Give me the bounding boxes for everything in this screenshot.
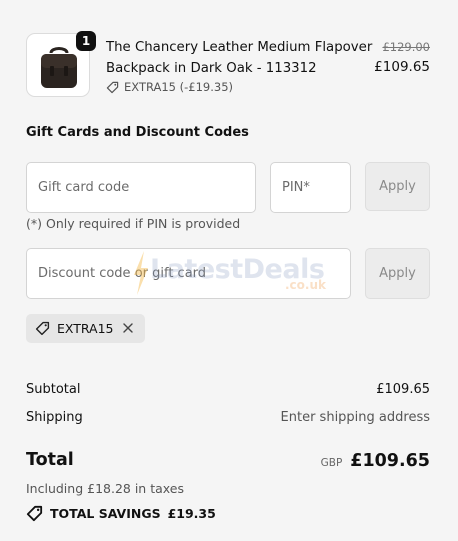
shipping-value: Enter shipping address (280, 410, 430, 425)
total-value: £109.65 (350, 451, 430, 471)
sale-price: £109.65 (374, 59, 430, 75)
gift-card-input[interactable]: Gift card code (26, 162, 256, 213)
discount-section-title: Gift Cards and Discount Codes (26, 125, 249, 140)
shipping-label: Shipping (26, 410, 83, 425)
tag-icon (35, 321, 50, 336)
pin-hint: (*) Only required if PIN is provided (26, 216, 241, 231)
discount-placeholder: Discount code or gift card (38, 266, 207, 281)
apply-label: Apply (379, 266, 416, 281)
tag-icon (26, 505, 43, 522)
subtotal-value: £109.65 (376, 382, 430, 397)
total-amount-group: GBP £109.65 (321, 451, 430, 471)
quantity-badge: 1 (76, 31, 96, 51)
total-label: Total (26, 450, 74, 470)
savings-value: £19.35 (167, 506, 216, 521)
gift-card-apply-button[interactable]: Apply (365, 162, 430, 211)
apply-label: Apply (379, 179, 416, 194)
pin-input[interactable]: PIN* (270, 162, 351, 213)
total-savings: TOTAL SAVINGS £19.35 (26, 505, 216, 522)
close-icon[interactable] (120, 320, 136, 336)
backpack-icon (41, 47, 77, 88)
shipping-row: Shipping Enter shipping address (26, 410, 430, 425)
cart-line-item: 1 The Chancery Leather Medium Flapover B… (26, 31, 430, 101)
discount-apply-button[interactable]: Apply (365, 248, 430, 299)
discount-label: EXTRA15 (-£19.35) (124, 80, 234, 94)
original-price: £129.00 (382, 40, 430, 54)
applied-code-label: EXTRA15 (57, 321, 114, 336)
tag-icon (106, 81, 119, 93)
product-name: The Chancery Leather Medium Flapover Bac… (106, 40, 373, 76)
tax-note: Including £18.28 in taxes (26, 481, 184, 496)
savings-label: TOTAL SAVINGS (50, 506, 161, 521)
gift-card-placeholder: Gift card code (38, 180, 130, 195)
subtotal-row: Subtotal £109.65 (26, 382, 430, 397)
discount-code-input[interactable]: Discount code or gift card (26, 248, 351, 299)
pin-placeholder: PIN* (282, 180, 310, 195)
applied-discount-line: EXTRA15 (-£19.35) (106, 80, 233, 94)
currency-code: GBP (320, 457, 343, 469)
subtotal-label: Subtotal (26, 382, 81, 397)
applied-code-chip: EXTRA15 (26, 314, 145, 343)
